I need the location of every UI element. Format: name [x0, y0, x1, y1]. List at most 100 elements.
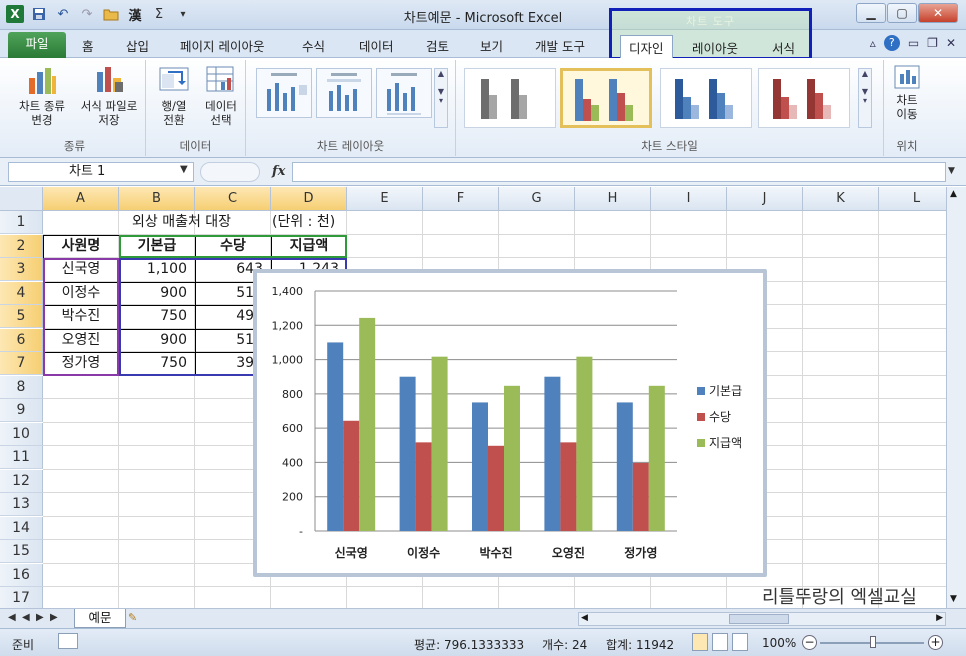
- normal-view-button[interactable]: [692, 633, 708, 651]
- scroll-left-icon[interactable]: ◀: [581, 613, 588, 623]
- workbook-close-icon[interactable]: ✕: [946, 36, 956, 50]
- column-header-j[interactable]: J: [727, 187, 803, 211]
- workbook-minimize-icon[interactable]: ▭: [908, 36, 919, 50]
- switch-row-column-button[interactable]: 행/열 전환: [150, 64, 198, 127]
- row-header-12[interactable]: 12: [0, 469, 43, 493]
- restore-button[interactable]: ▢: [887, 3, 917, 23]
- row-header-4[interactable]: 4: [0, 281, 43, 305]
- prev-sheet-icon[interactable]: ◀: [22, 612, 30, 623]
- table-cell[interactable]: 1,100: [119, 258, 195, 281]
- change-chart-type-button[interactable]: 차트 종류 변경: [10, 64, 74, 127]
- name-box-dropdown-icon[interactable]: ▼: [180, 164, 188, 175]
- name-box[interactable]: 차트 1: [8, 162, 194, 182]
- scroll-down-icon[interactable]: ▼: [950, 594, 957, 604]
- table-header-cell[interactable]: 사원명: [43, 235, 119, 258]
- horizontal-scrollbar[interactable]: ◀ ▶: [578, 612, 946, 626]
- chart-layout-2[interactable]: [316, 68, 372, 118]
- chart-layout-3[interactable]: [376, 68, 432, 118]
- column-header-l[interactable]: L: [879, 187, 946, 211]
- scroll-up-icon[interactable]: ▲: [950, 189, 957, 199]
- expand-formula-icon[interactable]: ▼: [948, 166, 955, 176]
- column-header-h[interactable]: H: [575, 187, 651, 211]
- minimize-button[interactable]: ▁: [856, 3, 886, 23]
- style-gallery-scroll[interactable]: ▲ ▼ ▾: [858, 68, 872, 128]
- minimize-ribbon-icon[interactable]: ▵: [870, 36, 876, 50]
- move-chart-button[interactable]: 차트 이동: [886, 64, 928, 121]
- last-sheet-icon[interactable]: ▶: [50, 612, 58, 623]
- horizontal-scroll-thumb[interactable]: [729, 614, 789, 624]
- zoom-level[interactable]: 100%: [762, 636, 796, 650]
- table-cell[interactable]: 750: [119, 352, 195, 375]
- chart-style-gray[interactable]: [464, 68, 556, 128]
- row-header-15[interactable]: 15: [0, 540, 43, 563]
- row-header-5[interactable]: 5: [0, 305, 43, 328]
- row-header-8[interactable]: 8: [0, 375, 43, 399]
- close-button[interactable]: ✕: [918, 3, 958, 23]
- scroll-right-icon[interactable]: ▶: [936, 613, 943, 623]
- row-header-17[interactable]: 17: [0, 587, 43, 608]
- row-header-6[interactable]: 6: [0, 328, 43, 352]
- select-data-button[interactable]: 데이터 선택: [198, 64, 244, 127]
- row-header-10[interactable]: 10: [0, 422, 43, 446]
- column-header-a[interactable]: A: [43, 187, 119, 211]
- help-icon[interactable]: ?: [883, 35, 900, 51]
- table-cell[interactable]: 박수진: [43, 305, 119, 328]
- tab-review[interactable]: 검토: [426, 36, 449, 55]
- row-header-3[interactable]: 3: [0, 258, 43, 281]
- row-header-16[interactable]: 16: [0, 563, 43, 587]
- tab-page-layout[interactable]: 페이지 레이아웃: [180, 36, 264, 55]
- table-cell[interactable]: 900: [119, 329, 195, 352]
- worksheet-grid[interactable]: ABCDEFGHIJKL 1 2 3 4 5 6 7 8 9 10 11 12 13 14 15 16 17 외…: [0, 187, 946, 608]
- table-cell[interactable]: 오영진: [43, 329, 119, 352]
- column-header-i[interactable]: I: [651, 187, 727, 211]
- chart-style-blue[interactable]: [660, 68, 752, 128]
- column-header-f[interactable]: F: [423, 187, 499, 211]
- column-header-b[interactable]: B: [119, 187, 195, 211]
- tab-formulas[interactable]: 수식: [302, 36, 325, 55]
- tab-design[interactable]: 디자인: [620, 35, 673, 59]
- table-header-cell[interactable]: 기본급: [119, 235, 195, 258]
- row-header-2[interactable]: 2: [0, 234, 43, 258]
- select-all-corner[interactable]: [0, 187, 43, 211]
- tab-developer[interactable]: 개발 도구: [535, 36, 585, 55]
- page-break-view-button[interactable]: [732, 633, 748, 651]
- table-cell[interactable]: 신국영: [43, 258, 119, 281]
- zoom-in-button[interactable]: +: [928, 635, 943, 650]
- insert-sheet-icon[interactable]: ✎: [128, 611, 137, 624]
- column-header-d[interactable]: D: [271, 187, 347, 211]
- page-layout-view-button[interactable]: [712, 633, 728, 651]
- column-header-g[interactable]: G: [499, 187, 575, 211]
- row-header-1[interactable]: 1: [0, 211, 43, 234]
- sheet-tab-active[interactable]: 예문: [74, 609, 126, 628]
- tab-data[interactable]: 데이터: [359, 36, 394, 55]
- first-sheet-icon[interactable]: ◀: [8, 612, 16, 623]
- macro-record-icon[interactable]: [58, 633, 78, 649]
- row-header-9[interactable]: 9: [0, 399, 43, 422]
- column-header-k[interactable]: K: [803, 187, 879, 211]
- table-cell[interactable]: 900: [119, 282, 195, 305]
- chart-style-red[interactable]: [758, 68, 850, 128]
- tab-view[interactable]: 보기: [480, 36, 503, 55]
- next-sheet-icon[interactable]: ▶: [36, 612, 44, 623]
- workbook-restore-icon[interactable]: ❐: [927, 36, 938, 50]
- row-header-11[interactable]: 11: [0, 446, 43, 469]
- formula-input[interactable]: [292, 162, 946, 182]
- zoom-slider-thumb[interactable]: [870, 636, 876, 648]
- sheet-title-cell[interactable]: 외상 매출처 대장 (단위 : 천): [120, 211, 360, 234]
- vertical-scrollbar[interactable]: ▲ ▼: [946, 187, 966, 608]
- layout-gallery-scroll[interactable]: ▲ ▼ ▾: [434, 68, 448, 128]
- save-as-template-button[interactable]: 서식 파일로 저장: [74, 64, 144, 127]
- chart-object[interactable]: - 200 400 600 800 1,000 1,200 1,400 신국영 이정수 박수진 오영진…: [253, 269, 767, 577]
- tab-insert[interactable]: 삽입: [126, 36, 149, 55]
- tab-file[interactable]: 파일: [8, 32, 66, 58]
- column-chart[interactable]: - 200 400 600 800 1,000 1,200 1,400 신국영 이정수 박수진 오영진…: [257, 273, 763, 573]
- chart-style-color-selected[interactable]: [560, 68, 652, 128]
- row-header-7[interactable]: 7: [0, 352, 43, 375]
- table-cell[interactable]: 이정수: [43, 282, 119, 305]
- table-cell[interactable]: 750: [119, 305, 195, 328]
- table-cell[interactable]: 정가영: [43, 352, 119, 375]
- table-header-cell[interactable]: 지급액: [271, 235, 347, 258]
- tab-chart-layout[interactable]: 레이아웃: [692, 38, 738, 57]
- insert-function-icon[interactable]: fx: [272, 164, 285, 179]
- column-header-c[interactable]: C: [195, 187, 271, 211]
